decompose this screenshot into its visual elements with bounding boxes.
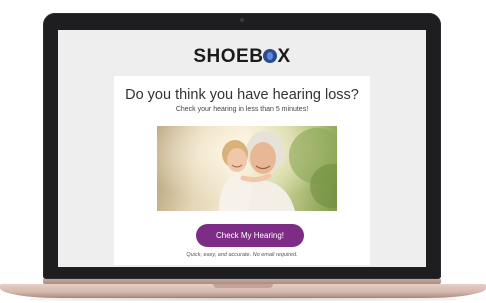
laptop-screen: SHOEB X Do you think you have hearing los…	[58, 30, 426, 267]
hero-photo	[157, 126, 337, 211]
laptop-shadow	[30, 297, 456, 301]
laptop-bezel: SHOEB X Do you think you have hearing los…	[43, 13, 441, 279]
check-my-hearing-button[interactable]: Check My Hearing!	[196, 224, 304, 247]
webcam-icon	[240, 18, 244, 22]
fine-print: Quick, easy, and accurate. No email requ…	[186, 252, 298, 258]
hearing-aid-o-mark-icon	[263, 49, 278, 63]
content-card: Do you think you have hearing loss? Chec…	[114, 76, 370, 265]
hero-photo-illustration	[157, 126, 337, 211]
logo-text-prefix: SHOEB	[193, 46, 264, 67]
logo-text-suffix: X	[277, 46, 291, 67]
laptop-notch	[213, 284, 273, 288]
brand-logo[interactable]: SHOEB X	[58, 46, 426, 68]
page-subtitle: Check your hearing in less than 5 minute…	[175, 106, 309, 113]
laptop-mockup: SHOEB X Do you think you have hearing los…	[0, 0, 486, 303]
page-title: Do you think you have hearing loss?	[125, 87, 359, 103]
